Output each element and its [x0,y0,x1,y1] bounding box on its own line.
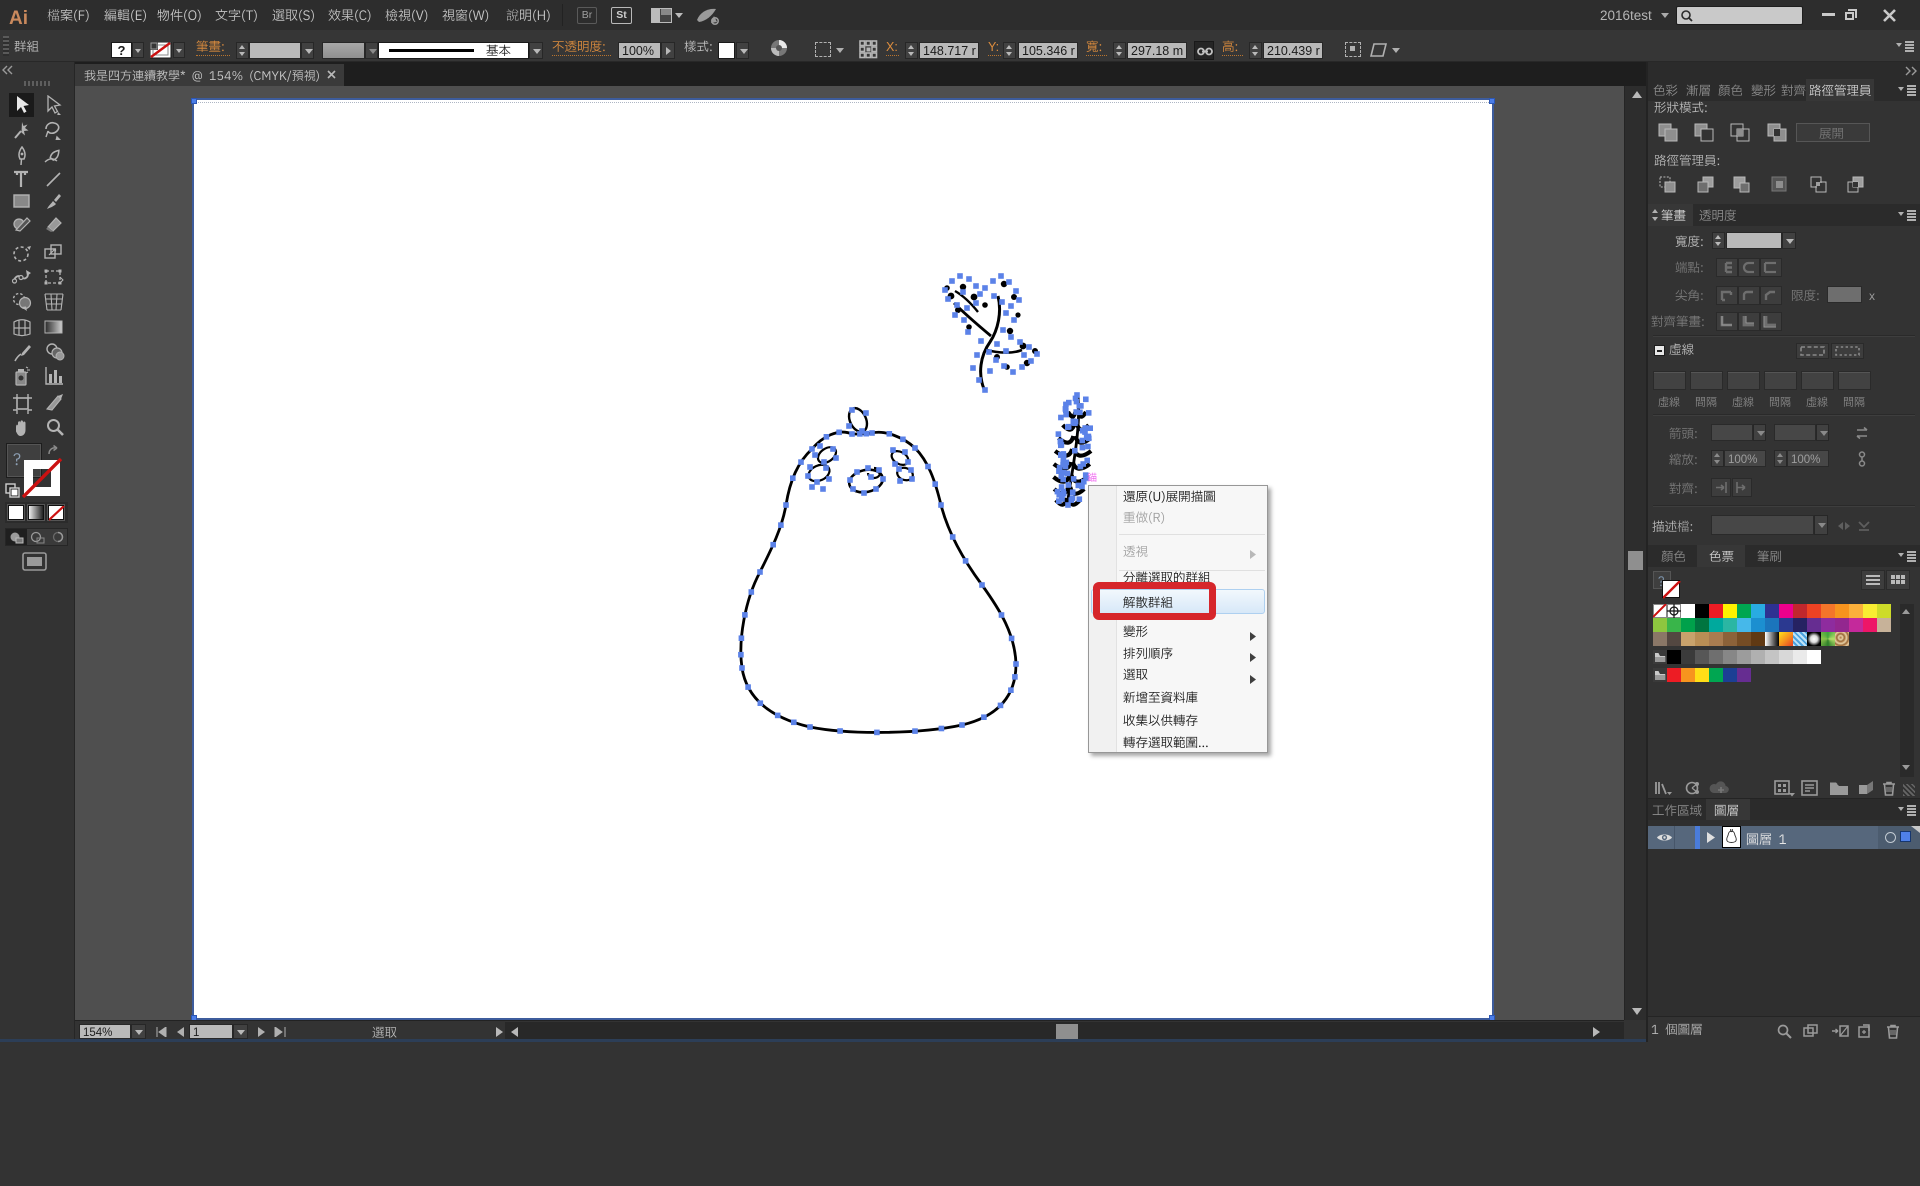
svg-text:2016test: 2016test [1600,8,1652,23]
svg-text:Ai: Ai [9,8,28,29]
svg-text:154%: 154% [83,1027,112,1039]
svg-text:297.18 m: 297.18 m [1131,44,1183,58]
svg-text:X:: X: [886,40,898,54]
svg-text:105.346 r: 105.346 r [1022,44,1075,58]
svg-text:Y:: Y: [988,40,999,54]
svg-text:x: x [1869,289,1875,303]
svg-text:210.439 r: 210.439 r [1267,44,1320,58]
svg-text:100%: 100% [1728,454,1757,466]
svg-text:100%: 100% [622,44,654,58]
svg-text:1: 1 [193,1027,199,1039]
svg-text:148.717 r: 148.717 r [923,44,976,58]
svg-text:100%: 100% [1791,454,1820,466]
